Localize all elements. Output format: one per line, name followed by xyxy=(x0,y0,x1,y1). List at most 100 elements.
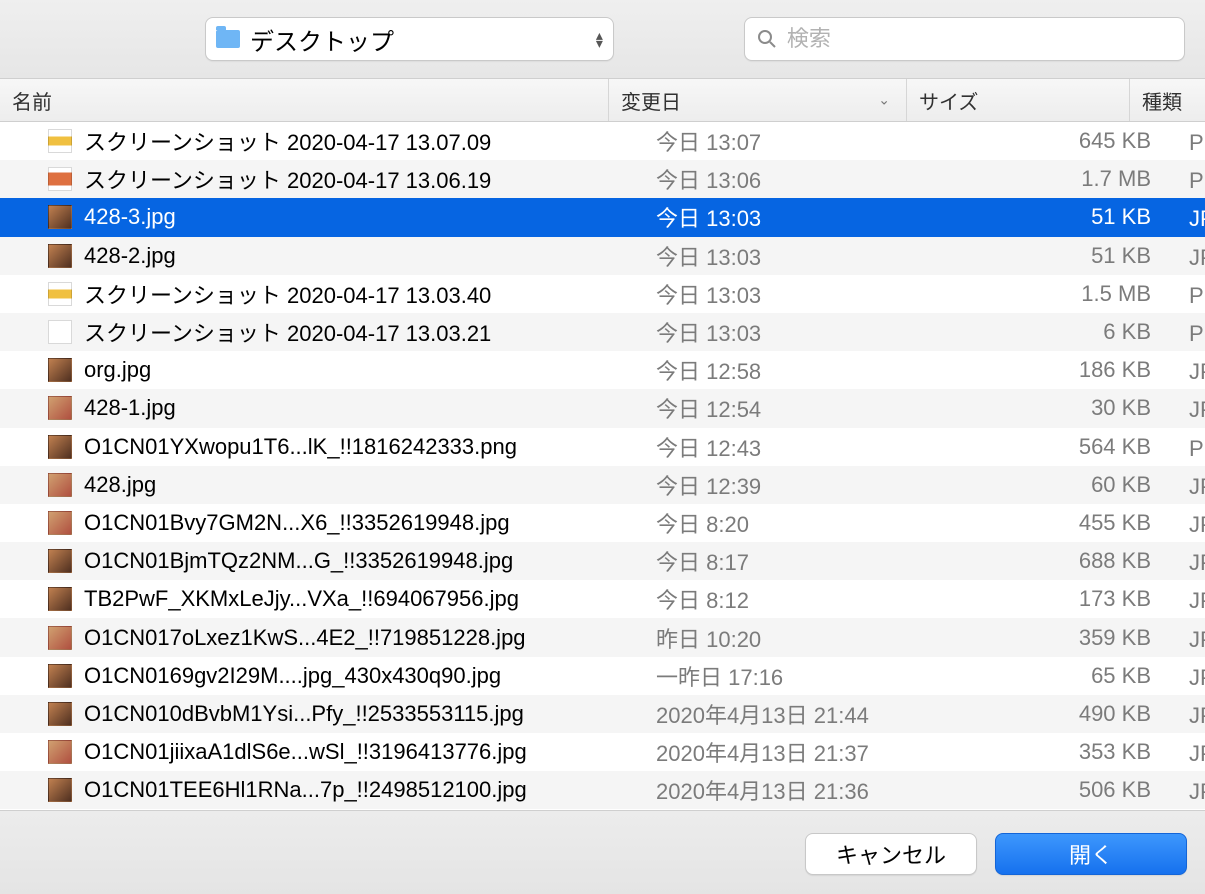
file-row[interactable]: スクリーンショット 2020-04-17 13.03.21今日 13:036 K… xyxy=(0,313,1205,351)
file-row[interactable]: O1CN01jiixaA1dlS6e...wSl_!!3196413776.jp… xyxy=(0,733,1205,771)
file-kind: JPEGイメ xyxy=(1177,469,1205,501)
file-thumbnail-icon xyxy=(48,320,72,344)
file-name: org.jpg xyxy=(84,357,151,383)
file-name-cell: TB2PwF_XKMxLeJjy...VXa_!!694067956.jpg xyxy=(0,586,644,612)
file-row[interactable]: O1CN0169gv2I29M....jpg_430x430q90.jpg一昨日… xyxy=(0,657,1205,695)
file-kind: PNGイメ xyxy=(1177,163,1205,195)
file-name: 428.jpg xyxy=(84,472,156,498)
file-row[interactable]: O1CN01BjmTQz2NM...G_!!3352619948.jpg 今日 8… xyxy=(0,542,1205,580)
file-thumbnail-icon xyxy=(48,396,72,420)
file-modified: 今日 12:54 xyxy=(644,392,941,424)
file-size: 65 KB xyxy=(941,663,1177,689)
file-size: 688 KB xyxy=(941,548,1177,574)
file-kind: JPEGイメ xyxy=(1177,354,1205,386)
file-size: 6 KB xyxy=(941,319,1177,345)
file-thumbnail-icon xyxy=(48,702,72,726)
file-row[interactable]: 428.jpg今日 12:3960 KBJPEGイメ xyxy=(0,466,1205,504)
file-thumbnail-icon xyxy=(48,205,72,229)
file-row[interactable]: org.jpg 今日 12:58186 KBJPEGイメ xyxy=(0,351,1205,389)
file-name-cell: スクリーンショット 2020-04-17 13.06.19 xyxy=(0,163,644,195)
search-icon xyxy=(757,29,777,49)
file-row[interactable]: 428-1.jpg今日 12:5430 KBJPEGイメ xyxy=(0,389,1205,427)
bottom-bar: キャンセル 開く xyxy=(0,810,1205,894)
file-kind: JPEGイメ xyxy=(1177,698,1205,730)
file-row[interactable]: スクリーンショット 2020-04-17 13.07.09今日 13:07645… xyxy=(0,122,1205,160)
file-size: 186 KB xyxy=(941,357,1177,383)
file-name: O1CN010dBvbM1Ysi...Pfy_!!2533553115.jpg xyxy=(84,701,524,727)
column-header-size[interactable]: サイズ xyxy=(907,79,1130,121)
file-row[interactable]: スクリーンショット 2020-04-17 13.06.19 今日 13:061.7… xyxy=(0,160,1205,198)
file-kind: JPEGイメ xyxy=(1177,507,1205,539)
file-size: 353 KB xyxy=(941,739,1177,765)
file-row[interactable]: スクリーンショット 2020-04-17 13.03.40今日 13:031.5… xyxy=(0,275,1205,313)
file-kind: JPEGイメ xyxy=(1177,240,1205,272)
file-name-cell: O1CN01YXwopu1T6...lK_!!1816242333.png xyxy=(0,434,644,460)
file-list[interactable]: スクリーンショット 2020-04-17 13.07.09今日 13:07645… xyxy=(0,122,1205,810)
file-name-cell: O1CN01TEE6Hl1RNa...7p_!!2498512100.jpg xyxy=(0,777,644,803)
file-modified: 今日 13:03 xyxy=(644,201,941,233)
file-modified: 今日 12:58 xyxy=(644,354,941,386)
file-thumbnail-icon xyxy=(48,511,72,535)
toolbar: デスクトップ ▴▾ xyxy=(0,0,1205,79)
file-thumbnail-icon xyxy=(48,435,72,459)
file-name: O1CN017oLxez1KwS...4E2_!!719851228.jpg xyxy=(84,625,526,651)
file-thumbnail-icon xyxy=(48,167,72,191)
search-field[interactable] xyxy=(744,17,1185,61)
file-kind: JPEGイメ xyxy=(1177,660,1205,692)
file-row[interactable]: O1CN010dBvbM1Ysi...Pfy_!!2533553115.jpg 2… xyxy=(0,695,1205,733)
file-thumbnail-icon xyxy=(48,282,72,306)
file-modified: 2020年4月13日 21:44 xyxy=(644,698,941,730)
file-row[interactable]: O1CN01TEE6Hl1RNa...7p_!!2498512100.jpg20… xyxy=(0,771,1205,809)
file-row[interactable]: 428-3.jpg今日 13:0351 KBJPEGイメ xyxy=(0,198,1205,236)
file-size: 51 KB xyxy=(941,243,1177,269)
file-size: 455 KB xyxy=(941,510,1177,536)
file-thumbnail-icon xyxy=(48,358,72,382)
file-name: O1CN01jiixaA1dlS6e...wSl_!!3196413776.jp… xyxy=(84,739,527,765)
column-header-name[interactable]: 名前 xyxy=(0,79,609,121)
file-thumbnail-icon xyxy=(48,664,72,688)
location-popup[interactable]: デスクトップ ▴▾ xyxy=(205,17,614,61)
file-row[interactable]: TB2PwF_XKMxLeJjy...VXa_!!694067956.jpg今日… xyxy=(0,580,1205,618)
file-kind: JPEGイメ xyxy=(1177,201,1205,233)
file-modified: 今日 8:17 xyxy=(644,545,941,577)
file-thumbnail-icon xyxy=(48,129,72,153)
file-name: O1CN01TEE6Hl1RNa...7p_!!2498512100.jpg xyxy=(84,777,527,803)
file-name-cell: 428-2.jpg xyxy=(0,243,644,269)
file-name-cell: 428-3.jpg xyxy=(0,204,644,230)
cancel-button[interactable]: キャンセル xyxy=(805,833,977,875)
file-modified: 今日 12:43 xyxy=(644,431,941,463)
file-modified: 今日 13:06 xyxy=(644,163,941,195)
file-name: スクリーンショット 2020-04-17 13.03.40 xyxy=(84,278,491,310)
file-thumbnail-icon xyxy=(48,587,72,611)
file-name-cell: 428.jpg xyxy=(0,472,644,498)
file-kind: JPEGイメ xyxy=(1177,736,1205,768)
open-button[interactable]: 開く xyxy=(995,833,1187,875)
search-input[interactable] xyxy=(785,25,1172,53)
file-kind: PNGイメ xyxy=(1177,278,1205,310)
file-thumbnail-icon xyxy=(48,244,72,268)
file-name: O1CN01Bvy7GM2N...X6_!!3352619948.jpg xyxy=(84,510,510,536)
sort-descending-icon: ⌄ xyxy=(878,92,890,109)
column-header-modified-label: 変更日 xyxy=(621,86,681,115)
column-header-modified[interactable]: 変更日 ⌄ xyxy=(609,79,907,121)
file-name: O1CN01YXwopu1T6...lK_!!1816242333.png xyxy=(84,434,517,460)
file-name-cell: O1CN01jiixaA1dlS6e...wSl_!!3196413776.jp… xyxy=(0,739,644,765)
chevron-up-down-icon: ▴▾ xyxy=(596,31,603,48)
file-modified: 昨日 10:20 xyxy=(644,622,941,654)
file-kind: PNGイメ xyxy=(1177,316,1205,348)
file-name: スクリーンショット 2020-04-17 13.06.19 xyxy=(84,163,491,195)
file-size: 1.7 MB xyxy=(941,166,1177,192)
column-header-kind[interactable]: 種類 xyxy=(1130,79,1205,121)
file-modified: 今日 13:03 xyxy=(644,316,941,348)
file-row[interactable]: O1CN01Bvy7GM2N...X6_!!3352619948.jpg 今日 8… xyxy=(0,504,1205,542)
file-thumbnail-icon xyxy=(48,626,72,650)
file-row[interactable]: 428-2.jpg今日 13:0351 KBJPEGイメ xyxy=(0,237,1205,275)
file-name: O1CN01BjmTQz2NM...G_!!3352619948.jpg xyxy=(84,548,513,574)
file-row[interactable]: O1CN017oLxez1KwS...4E2_!!719851228.jpg 昨日… xyxy=(0,618,1205,656)
file-modified: 一昨日 17:16 xyxy=(644,660,941,692)
file-modified: 今日 8:20 xyxy=(644,507,941,539)
file-name-cell: スクリーンショット 2020-04-17 13.07.09 xyxy=(0,125,644,157)
file-size: 30 KB xyxy=(941,395,1177,421)
file-name-cell: O1CN0169gv2I29M....jpg_430x430q90.jpg xyxy=(0,663,644,689)
file-row[interactable]: O1CN01YXwopu1T6...lK_!!1816242333.png 今日 … xyxy=(0,428,1205,466)
